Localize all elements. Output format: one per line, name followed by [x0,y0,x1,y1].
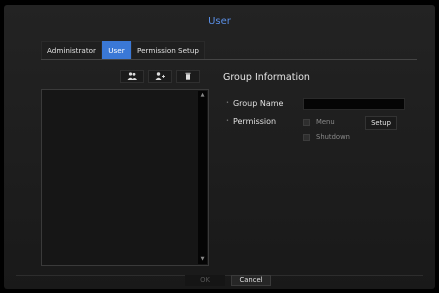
permission-row: • Permission [226,117,276,126]
permission-label: Permission [232,117,277,126]
bullet-icon: • [226,100,229,106]
ok-button[interactable]: OK [185,275,225,286]
user-add-icon [155,72,165,80]
scroll-down-icon[interactable]: ▼ [198,255,207,264]
group-information-heading: Group Information [223,72,310,83]
tab-administrator[interactable]: Administrator [41,41,102,59]
trash-icon [185,72,191,80]
group-list[interactable]: ▲ ▼ [41,89,209,266]
group-name-row: • Group Name [226,99,283,108]
add-group-button[interactable] [120,70,144,83]
bullet-icon: • [226,118,229,124]
delete-button[interactable] [176,70,200,83]
scroll-up-icon[interactable]: ▲ [198,91,207,100]
cancel-button[interactable]: Cancel [231,275,271,286]
users-group-icon [127,72,137,80]
setup-button[interactable]: Setup [365,116,397,130]
tab-permission-setup[interactable]: Permission Setup [131,41,205,59]
group-toolbar [120,70,200,83]
menu-checkbox[interactable] [303,118,310,126]
dialog-title: User [208,16,231,27]
user-dialog: User Administrator User Permission Setup [4,5,435,289]
tab-divider [41,59,417,60]
group-name-label: Group Name [232,99,284,108]
shutdown-checkbox[interactable] [303,133,310,141]
tab-bar: Administrator User Permission Setup [41,41,205,59]
list-scrollbar[interactable]: ▲ ▼ [198,91,207,264]
shutdown-checkbox-label: Shutdown [316,133,350,141]
shutdown-permission-option[interactable]: Shutdown [303,133,350,141]
menu-permission-option[interactable]: Menu [303,118,335,126]
group-name-input[interactable] [303,98,405,110]
menu-checkbox-label: Menu [316,118,335,126]
tab-user[interactable]: User [102,41,131,59]
add-user-button[interactable] [148,70,172,83]
